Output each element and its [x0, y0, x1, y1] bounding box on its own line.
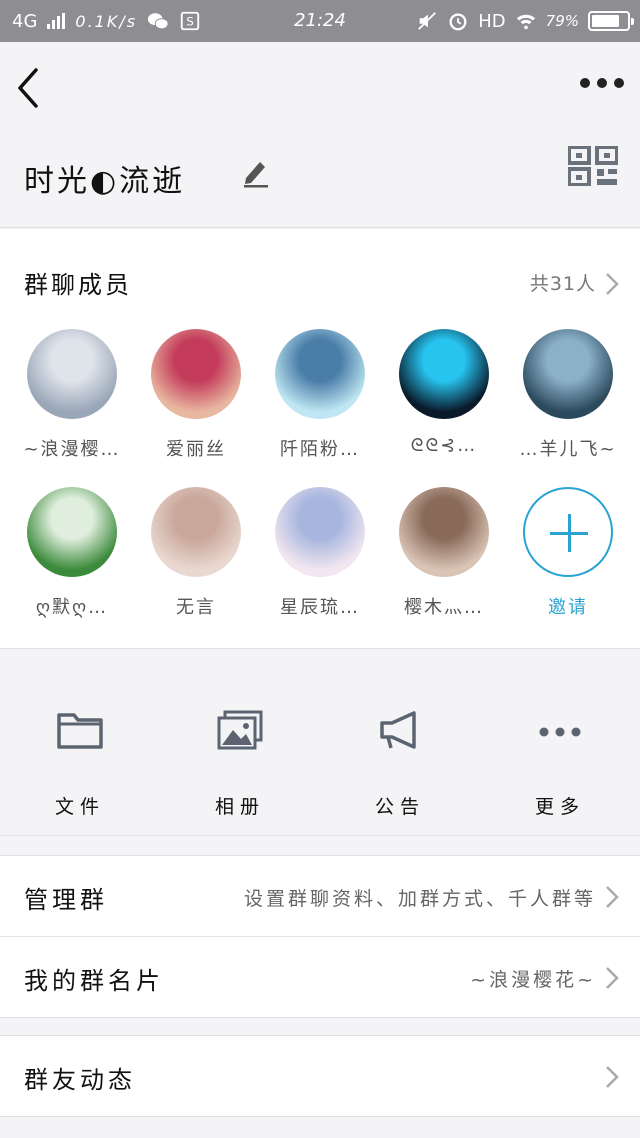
group-header: 时光◐流逝: [0, 42, 640, 228]
group-card-row[interactable]: 我的群名片 ~浪漫樱花~: [0, 937, 640, 1018]
avatar: [27, 329, 117, 419]
avatar: [151, 487, 241, 577]
status-bar: 4G 0.1K/s S 21:24 HD 79%: [0, 0, 640, 42]
member-item[interactable]: 无言: [134, 487, 258, 619]
megaphone-icon: [380, 711, 416, 749]
avatar: [27, 487, 117, 577]
member-item[interactable]: ᘓᘓ⊰…: [382, 329, 506, 456]
action-label: 更多: [534, 796, 585, 818]
member-name: 樱木灬…: [404, 597, 484, 618]
member-name: 阡陌粉…: [280, 439, 360, 460]
action-label: 文件: [54, 796, 105, 818]
action-label: 相册: [214, 796, 265, 818]
group-name: 时光◐流逝: [24, 164, 186, 199]
member-name: 无言: [176, 597, 216, 618]
avatar: [275, 329, 365, 419]
chevron-right-icon: [606, 886, 619, 908]
member-name: ~浪漫樱…: [23, 439, 121, 460]
more-dots-icon: [539, 727, 581, 737]
member-name: ღ默ღ…: [35, 597, 109, 618]
chevron-right-icon[interactable]: [604, 271, 620, 297]
alarm-icon: [449, 13, 467, 31]
invite-label: 邀请: [548, 597, 588, 618]
group-members-panel: 群聊成员 共31人 ~浪漫樱… 爱丽丝 阡陌粉… ᘓᘓ⊰… …羊儿飞~ ღ默ღ…: [0, 229, 640, 649]
avatar: [523, 329, 613, 419]
avatar: [399, 487, 489, 577]
member-item[interactable]: ღ默ღ…: [10, 487, 134, 619]
battery-percent: 79%: [545, 12, 579, 30]
back-arrow-icon[interactable]: [14, 66, 44, 110]
chevron-right-icon: [606, 967, 619, 989]
settings-list: 管理群 设置群聊资料、加群方式、千人群等 我的群名片 ~浪漫樱花~ 群友动态: [0, 855, 640, 1117]
group-feed-label: 群友动态: [24, 1066, 136, 1094]
album-icon: [217, 710, 263, 750]
wifi-icon: [516, 14, 535, 30]
hd-indicator: HD: [478, 10, 506, 32]
chevron-right-icon: [606, 1066, 619, 1088]
battery-icon: [588, 11, 634, 31]
quick-actions: 文件 相册 公告 更多: [0, 650, 640, 836]
section-gap: [0, 1018, 640, 1036]
member-item[interactable]: …羊儿飞~: [506, 329, 630, 461]
action-label: 公告: [374, 796, 425, 818]
member-item[interactable]: ~浪漫樱…: [10, 329, 134, 461]
member-count[interactable]: 共31人: [530, 269, 596, 296]
action-files[interactable]: 文件: [0, 710, 160, 819]
qr-code-icon[interactable]: [568, 146, 618, 186]
member-name: 爱丽丝: [166, 439, 226, 460]
manage-group-label: 管理群: [24, 886, 108, 914]
folder-icon: [57, 713, 103, 749]
action-album[interactable]: 相册: [160, 710, 320, 819]
avatar: [275, 487, 365, 577]
member-item[interactable]: 星辰琉…: [258, 487, 382, 619]
avatar: [399, 329, 489, 419]
edit-pencil-icon[interactable]: [242, 158, 270, 188]
battery-fill: [592, 15, 619, 27]
action-more[interactable]: 更多: [480, 710, 640, 819]
mute-icon: [418, 12, 437, 30]
member-name: 星辰琉…: [280, 597, 360, 618]
member-name: ᘓᘓ⊰…: [410, 435, 478, 456]
member-name: …羊儿飞~: [519, 439, 617, 460]
more-options-icon[interactable]: [580, 78, 624, 88]
members-title: 群聊成员: [24, 271, 132, 299]
action-announcement[interactable]: 公告: [320, 710, 480, 819]
group-card-value: ~浪漫樱花~: [470, 969, 596, 991]
manage-group-row[interactable]: 管理群 设置群聊资料、加群方式、千人群等: [0, 856, 640, 937]
avatar: [151, 329, 241, 419]
plus-icon: [523, 487, 613, 577]
group-feed-row[interactable]: 群友动态: [0, 1036, 640, 1117]
member-item[interactable]: 樱木灬…: [382, 487, 506, 619]
member-item[interactable]: 阡陌粉…: [258, 329, 382, 461]
group-card-label: 我的群名片: [24, 967, 164, 995]
manage-group-desc: 设置群聊资料、加群方式、千人群等: [243, 888, 596, 910]
invite-button[interactable]: 邀请: [506, 487, 630, 619]
member-item[interactable]: 爱丽丝: [134, 329, 258, 461]
